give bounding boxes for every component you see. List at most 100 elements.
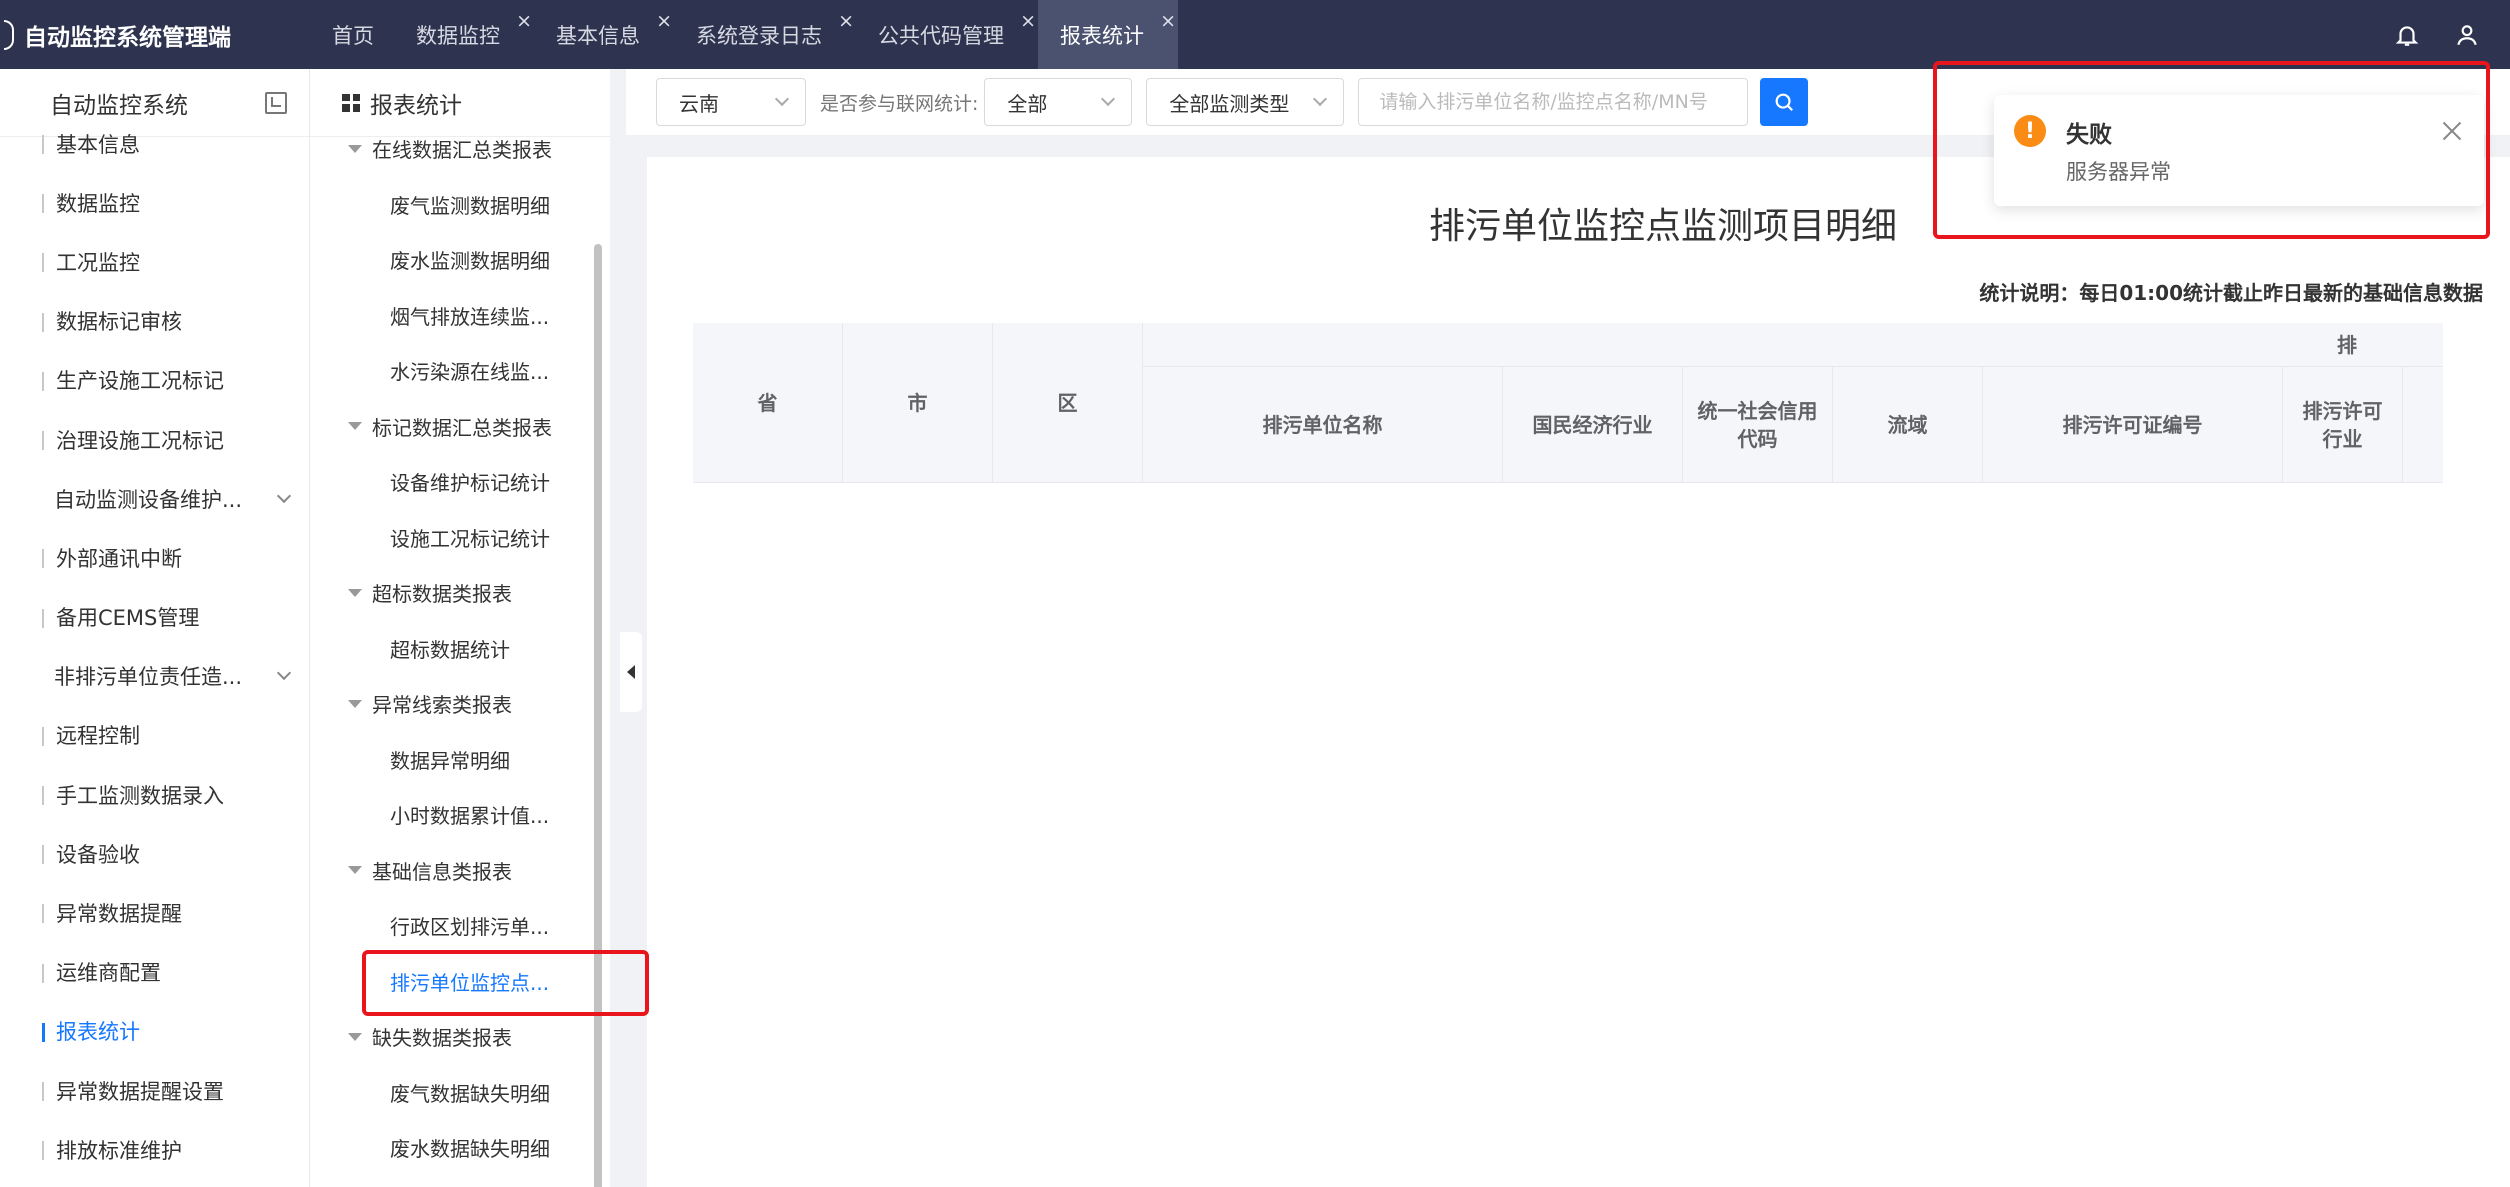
error-notification: ! 失败 服务器异常 bbox=[1994, 95, 2484, 206]
chevron-down-icon bbox=[1101, 91, 1116, 107]
top-bar: 自动监控系统管理端 首页 数据监控 × 基本信息 × 系统登录日志 × 公共代码管理 × 报表统计… bbox=[0, 0, 2510, 69]
caret-down-icon bbox=[348, 699, 362, 708]
submenu-item[interactable]: 数据异常明细 bbox=[310, 732, 610, 788]
sidebar-item-10[interactable]: 远程控制 bbox=[0, 706, 309, 765]
submenu-item[interactable]: 水污染源在线监... bbox=[310, 343, 610, 399]
sidebar-item-label: 数据监控 bbox=[56, 191, 140, 216]
chevron-down-icon bbox=[774, 91, 790, 107]
tab-close-icon[interactable]: × bbox=[838, 10, 854, 32]
tab-close-icon[interactable]: × bbox=[656, 10, 672, 32]
sidebar-item-9[interactable]: 非排污单位责任造... bbox=[0, 647, 309, 706]
search-input[interactable] bbox=[1358, 78, 1749, 126]
sidebar-item-4[interactable]: 生产设施工况标记 bbox=[0, 351, 309, 410]
sidebar-item-1[interactable]: 数据监控 bbox=[0, 173, 309, 232]
tab-label: 首页 bbox=[332, 23, 374, 48]
submenu-group-label: 缺失数据类报表 bbox=[372, 1026, 512, 1051]
search-button[interactable] bbox=[1760, 78, 1809, 126]
tab-bar: 首页 数据监控 × 基本信息 × 系统登录日志 × 公共代码管理 × 报表统计 × bbox=[310, 0, 2394, 69]
table-header-cell: 统一社会信用 代码 bbox=[1683, 367, 1833, 483]
tab-2[interactable]: 基本信息 × bbox=[534, 0, 674, 69]
submenu-item[interactable]: 设施工况标记统计 bbox=[310, 510, 610, 566]
sidebar-item-16[interactable]: 异常数据提醒设置 bbox=[0, 1061, 309, 1120]
caret-left-icon bbox=[627, 665, 635, 679]
submenu-item[interactable]: 废水数据缺失明细 bbox=[310, 1120, 610, 1176]
sidebar-item-label: 非排污单位责任造... bbox=[54, 665, 243, 690]
submenu-item[interactable]: 超标数据统计 bbox=[310, 621, 610, 677]
sidebar-item-7[interactable]: 外部通讯中断 bbox=[0, 528, 309, 587]
sidebar-item-label: 异常数据提醒设置 bbox=[56, 1079, 224, 1104]
sidebar-item-label: 基本信息 bbox=[56, 132, 140, 157]
submenu-item[interactable]: 废气监测数据明细 bbox=[310, 177, 610, 233]
warning-icon: ! bbox=[2014, 115, 2046, 147]
sidebar-item-label: 数据标记审核 bbox=[56, 310, 182, 335]
submenu-group-5[interactable]: 缺失数据类报表 bbox=[310, 1009, 610, 1065]
submenu-group-label: 异常线索类报表 bbox=[372, 693, 512, 718]
table-header-cell: 排污许可 行业 bbox=[2283, 367, 2403, 483]
submenu-scrollbar[interactable] bbox=[594, 244, 602, 1187]
tab-0[interactable]: 首页 bbox=[310, 0, 394, 69]
sidebar-item-label: 生产设施工况标记 bbox=[56, 369, 224, 394]
submenu-group-4[interactable]: 基础信息类报表 bbox=[310, 843, 610, 899]
sidebar-item-15[interactable]: 报表统计 bbox=[0, 1002, 309, 1061]
tab-5[interactable]: 报表统计 × bbox=[1038, 0, 1178, 69]
collapse-sidebar-icon[interactable] bbox=[265, 91, 287, 114]
sidebar-item-11[interactable]: 手工监测数据录入 bbox=[0, 765, 309, 824]
table-header-cell: 排污单位名称 bbox=[1143, 367, 1503, 483]
sidebar-item-6[interactable]: 自动监测设备维护... bbox=[0, 469, 309, 528]
network-stat-select[interactable]: 全部 bbox=[984, 78, 1133, 126]
fold-submenu-handle[interactable] bbox=[620, 632, 642, 712]
bell-icon[interactable] bbox=[2394, 22, 2420, 48]
sidebar-item-label: 工况监控 bbox=[56, 250, 140, 275]
sidebar-item-5[interactable]: 治理设施工况标记 bbox=[0, 410, 309, 469]
tab-4[interactable]: 公共代码管理 × bbox=[856, 0, 1038, 69]
sidebar-item-8[interactable]: 备用CEMS管理 bbox=[0, 588, 309, 647]
submenu-title: 报表统计 bbox=[370, 92, 462, 119]
report-panel: 排污单位监控点监测项目明细 统计说明：每日01:00统计截止昨日最新的基础信息数… bbox=[647, 157, 2510, 1187]
user-icon[interactable] bbox=[2454, 22, 2480, 48]
tab-close-icon[interactable]: × bbox=[516, 10, 532, 32]
submenu-item[interactable]: 行政区划排污单... bbox=[310, 898, 610, 954]
sidebar-item-3[interactable]: 数据标记审核 bbox=[0, 292, 309, 351]
submenu-group-1[interactable]: 标记数据汇总类报表 bbox=[310, 399, 610, 455]
submenu-item[interactable]: 设备维护标记统计 bbox=[310, 454, 610, 510]
submenu-group-2[interactable]: 超标数据类报表 bbox=[310, 565, 610, 621]
sidebar-item-label: 自动监测设备维护... bbox=[54, 487, 243, 512]
submenu-group-label: 超标数据类报表 bbox=[372, 582, 512, 607]
chevron-down-icon bbox=[276, 488, 292, 503]
sidebar-item-14[interactable]: 运维商配置 bbox=[0, 943, 309, 1002]
tab-close-icon[interactable]: × bbox=[1020, 10, 1036, 32]
sidebar-item-12[interactable]: 设备验收 bbox=[0, 824, 309, 883]
app-brand: 自动监控系统管理端 bbox=[0, 0, 310, 69]
table-header-cell: 排污许可证编号 bbox=[1983, 367, 2283, 483]
sidebar-item-2[interactable]: 工况监控 bbox=[0, 232, 309, 291]
sidebar-item-label: 异常数据提醒 bbox=[56, 902, 182, 927]
close-icon[interactable] bbox=[2442, 121, 2462, 141]
submenu-item[interactable]: 废气数据缺失明细 bbox=[310, 1065, 610, 1121]
tab-1[interactable]: 数据监控 × bbox=[394, 0, 534, 69]
tab-label: 报表统计 bbox=[1060, 23, 1144, 48]
tab-close-icon[interactable]: × bbox=[1160, 10, 1176, 32]
sidebar-item-17[interactable]: 排放标准维护 bbox=[0, 1120, 309, 1179]
table-header-cell: 区 bbox=[993, 323, 1143, 483]
submenu-item[interactable]: 排污单位监控点... bbox=[310, 954, 610, 1010]
network-stat-label: 是否参与联网统计: bbox=[820, 92, 979, 115]
submenu-group-3[interactable]: 异常线索类报表 bbox=[310, 676, 610, 732]
sidebar-item-13[interactable]: 异常数据提醒 bbox=[0, 883, 309, 942]
region-select[interactable]: 云南 bbox=[656, 78, 806, 126]
caret-down-icon bbox=[348, 588, 362, 597]
caret-down-icon bbox=[348, 422, 362, 431]
monitor-type-select[interactable]: 全部监测类型 bbox=[1146, 78, 1345, 126]
search-icon bbox=[1775, 93, 1794, 112]
submenu-group-0[interactable]: 在线数据汇总类报表 bbox=[310, 121, 610, 177]
submenu-item[interactable]: 烟气排放连续监... bbox=[310, 288, 610, 344]
sidebar-item-label: 报表统计 bbox=[56, 1020, 140, 1045]
notification-message: 服务器异常 bbox=[2066, 160, 2171, 184]
chevron-down-icon bbox=[276, 666, 292, 681]
submenu-item[interactable]: 废水监测数据明细 bbox=[310, 232, 610, 288]
tab-label: 系统登录日志 bbox=[696, 23, 822, 48]
tab-3[interactable]: 系统登录日志 × bbox=[674, 0, 856, 69]
sidebar-item-0[interactable]: 基本信息 bbox=[0, 114, 309, 173]
submenu-item[interactable]: 小时数据累计值... bbox=[310, 787, 610, 843]
app-logo-icon bbox=[4, 19, 14, 50]
notification-title: 失败 bbox=[2066, 122, 2112, 148]
